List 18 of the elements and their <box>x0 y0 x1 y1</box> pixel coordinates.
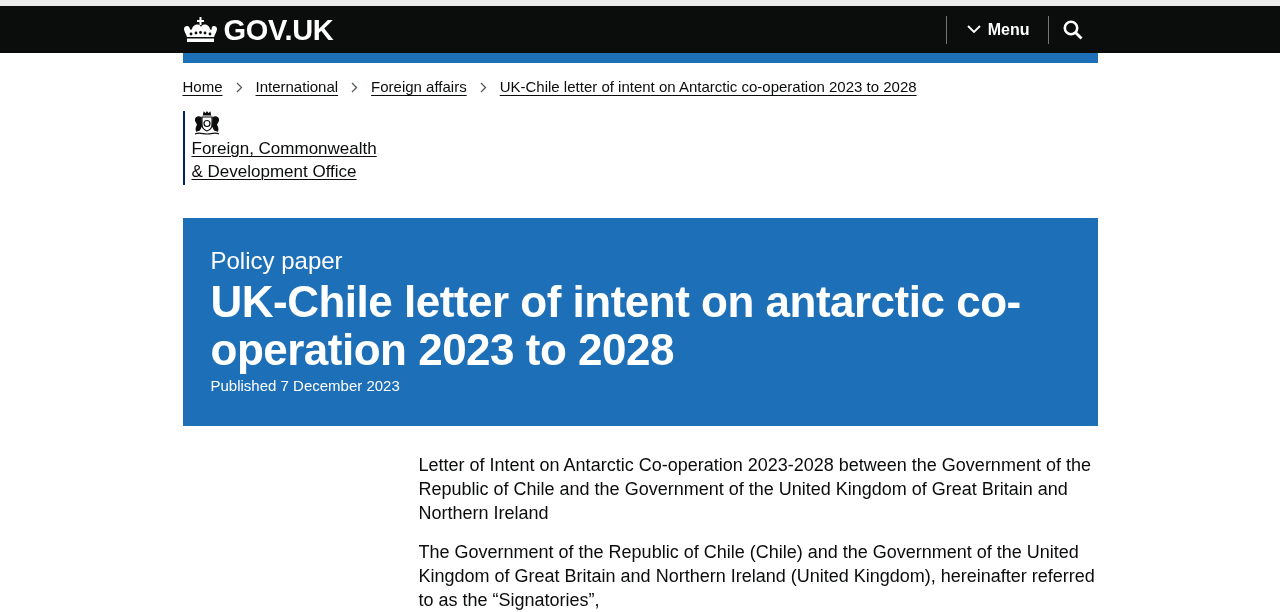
chevron-right-icon <box>479 81 487 93</box>
body-paragraph: The Government of the Republic of Chile (Chile) and the Government of the United Kingdom of Great Britain and Northern Ireland (United Kingdom), hereinafter referred to as the “Signatories”, <box>418 541 1096 612</box>
breadcrumb-link[interactable]: UK-Chile letter of intent on Antarctic co-operation 2023 to 2028 <box>499 77 917 97</box>
govuk-logo-link[interactable]: GOV.UK <box>182 16 334 45</box>
page-title: UK-Chile letter of intent on antarctic co-operation 2023 to 2028 <box>210 278 1022 374</box>
chevron-right-icon <box>351 81 359 93</box>
breadcrumb-link[interactable]: Home <box>182 77 223 97</box>
published-date: Published 7 December 2023 <box>210 376 401 396</box>
organisation-link[interactable]: Foreign, Commonwealth & Development Office <box>191 137 377 183</box>
breadcrumb-link[interactable]: Foreign affairs <box>371 77 467 97</box>
chevron-down-icon <box>966 25 981 34</box>
search-icon <box>1063 19 1083 40</box>
chevron-right-icon <box>235 81 243 93</box>
breadcrumb-link[interactable]: International <box>255 77 339 97</box>
document-type: Policy paper <box>210 246 344 276</box>
body-paragraph: Letter of Intent on Antarctic Co-operation 2023-2028 between the Government of the Republic of Chile and the Government of the United Kingdom of Great Britain and Northern Ireland <box>418 454 1092 525</box>
crown-icon <box>182 16 218 45</box>
menu-button[interactable]: Menu <box>946 6 1048 53</box>
